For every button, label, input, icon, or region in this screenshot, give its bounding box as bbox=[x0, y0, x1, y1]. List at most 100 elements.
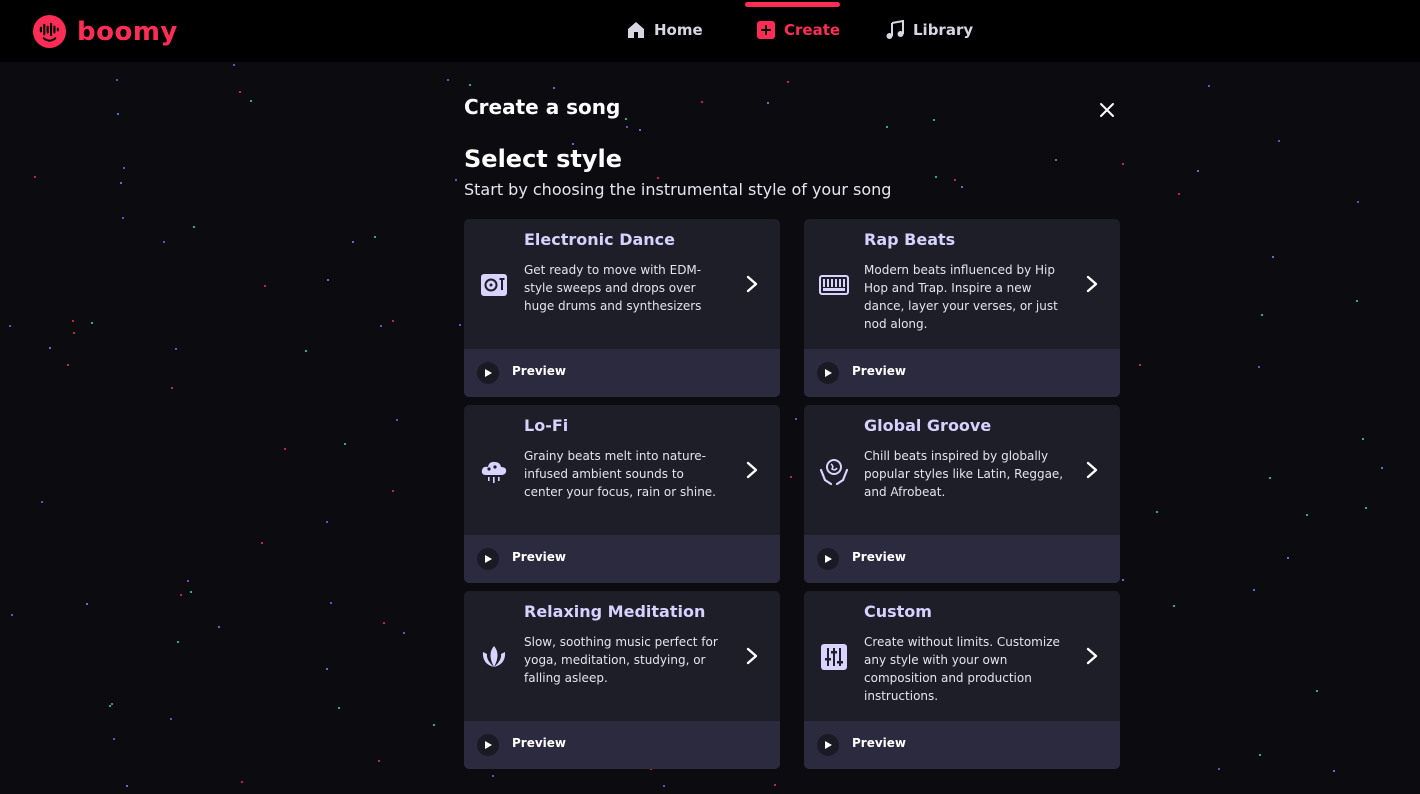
play-button[interactable] bbox=[817, 362, 839, 384]
star-dot bbox=[625, 118, 627, 120]
style-card-body[interactable]: Relaxing Meditation Slow, soothing music… bbox=[464, 591, 780, 721]
star-dot bbox=[396, 419, 398, 421]
star-dot bbox=[933, 119, 935, 121]
preview-button[interactable]: Preview bbox=[804, 721, 1120, 769]
preview-button[interactable]: Preview bbox=[464, 349, 780, 397]
star-dot bbox=[9, 325, 11, 327]
play-icon bbox=[825, 369, 832, 377]
preview-button[interactable]: Preview bbox=[804, 349, 1120, 397]
preview-button[interactable]: Preview bbox=[804, 535, 1120, 583]
star-dot bbox=[250, 100, 252, 102]
star-dot bbox=[241, 781, 243, 783]
preview-button[interactable]: Preview bbox=[464, 721, 780, 769]
star-dot bbox=[935, 176, 937, 178]
chevron-right-icon bbox=[746, 647, 758, 665]
play-button[interactable] bbox=[817, 734, 839, 756]
star-dot bbox=[180, 594, 182, 596]
star-dot bbox=[1365, 507, 1367, 509]
preview-button[interactable]: Preview bbox=[464, 535, 780, 583]
star-dot bbox=[392, 320, 394, 322]
star-dot bbox=[91, 322, 93, 324]
style-card-global-groove[interactable]: Global Groove Chill beats inspired by gl… bbox=[804, 405, 1120, 583]
nav-home[interactable]: Home bbox=[626, 18, 703, 42]
star-dot bbox=[73, 332, 75, 334]
star-dot bbox=[459, 324, 461, 326]
chevron-right-icon bbox=[1086, 461, 1098, 479]
star-dot bbox=[117, 113, 119, 115]
star-dot bbox=[1173, 605, 1175, 607]
star-dot bbox=[352, 241, 354, 243]
star-dot bbox=[41, 501, 43, 503]
mixer-sliders-icon bbox=[821, 644, 847, 670]
star-dot bbox=[175, 348, 177, 350]
preview-label: Preview bbox=[852, 736, 907, 750]
play-icon bbox=[825, 741, 832, 749]
star-dot bbox=[1269, 477, 1271, 479]
star-dot bbox=[113, 738, 115, 740]
star-dot bbox=[72, 320, 74, 322]
star-dot bbox=[193, 226, 195, 228]
globe-hands-icon bbox=[819, 459, 849, 486]
style-card-description: Modern beats influenced by Hip Hop and T… bbox=[864, 263, 1058, 331]
star-dot bbox=[790, 476, 792, 478]
style-card-body[interactable]: Electronic Dance Get ready to move with … bbox=[464, 219, 780, 349]
star-dot bbox=[1316, 690, 1318, 692]
style-card-title: Electronic Dance bbox=[524, 230, 676, 249]
star-dot bbox=[787, 81, 789, 83]
star-dot bbox=[447, 79, 449, 81]
style-card-relaxing-meditation[interactable]: Relaxing Meditation Slow, soothing music… bbox=[464, 591, 780, 769]
play-button[interactable] bbox=[477, 362, 499, 384]
play-button[interactable] bbox=[477, 548, 499, 570]
style-card-custom[interactable]: Custom Create without limits. Customize … bbox=[804, 591, 1120, 769]
style-card-body[interactable]: Custom Create without limits. Customize … bbox=[804, 591, 1120, 721]
star-dot bbox=[469, 84, 471, 86]
star-dot bbox=[1122, 579, 1124, 581]
keyboard-icon bbox=[819, 275, 849, 295]
star-dot bbox=[123, 167, 125, 169]
turntable-icon bbox=[481, 274, 507, 296]
star-dot bbox=[109, 705, 111, 707]
style-card-description: Create without limits. Customize any sty… bbox=[864, 635, 1060, 703]
star-dot bbox=[67, 364, 69, 366]
star-dot bbox=[1306, 514, 1308, 516]
star-dot bbox=[374, 236, 376, 238]
star-dot bbox=[1362, 438, 1364, 440]
preview-label: Preview bbox=[512, 364, 567, 378]
style-card-body[interactable]: Global Groove Chill beats inspired by gl… bbox=[804, 405, 1120, 535]
style-card-rap-beats[interactable]: Rap Beats Modern beats influenced by Hip… bbox=[804, 219, 1120, 397]
preview-label: Preview bbox=[512, 736, 567, 750]
nav-library-label: Library bbox=[913, 21, 974, 39]
star-dot bbox=[326, 521, 328, 523]
nav-create[interactable]: Create bbox=[756, 18, 840, 42]
style-card-body[interactable]: Lo-Fi Grainy beats melt into nature-infu… bbox=[464, 405, 780, 535]
star-dot bbox=[218, 626, 220, 628]
star-dot bbox=[1261, 314, 1263, 316]
play-button[interactable] bbox=[817, 548, 839, 570]
top-navigation-bar: boomy Home Create Library bbox=[0, 0, 1420, 62]
star-dot bbox=[639, 129, 641, 131]
preview-label: Preview bbox=[852, 364, 907, 378]
brand-logo[interactable]: boomy bbox=[32, 14, 178, 49]
star-dot bbox=[1259, 754, 1261, 756]
star-dot bbox=[1156, 511, 1158, 513]
style-card-electronic-dance[interactable]: Electronic Dance Get ready to move with … bbox=[464, 219, 780, 397]
nav-library[interactable]: Library bbox=[885, 18, 973, 42]
star-dot bbox=[284, 448, 286, 450]
star-dot bbox=[1278, 140, 1280, 142]
star-dot bbox=[261, 542, 263, 544]
chevron-right-icon bbox=[1086, 647, 1098, 665]
style-card-body[interactable]: Rap Beats Modern beats influenced by Hip… bbox=[804, 219, 1120, 349]
style-card-title: Rap Beats bbox=[864, 230, 956, 249]
close-icon[interactable] bbox=[1098, 101, 1116, 119]
star-dot bbox=[1208, 85, 1210, 87]
star-dot bbox=[120, 182, 122, 184]
star-dot bbox=[455, 179, 457, 181]
play-icon bbox=[485, 555, 492, 563]
play-button[interactable] bbox=[477, 734, 499, 756]
star-dot bbox=[1381, 467, 1383, 469]
style-card-title: Lo-Fi bbox=[524, 416, 569, 435]
style-card-description: Grainy beats melt into nature-infused am… bbox=[524, 449, 716, 499]
style-card-lo-fi[interactable]: Lo-Fi Grainy beats melt into nature-infu… bbox=[464, 405, 780, 583]
star-dot bbox=[239, 91, 241, 93]
star-dot bbox=[34, 176, 36, 178]
